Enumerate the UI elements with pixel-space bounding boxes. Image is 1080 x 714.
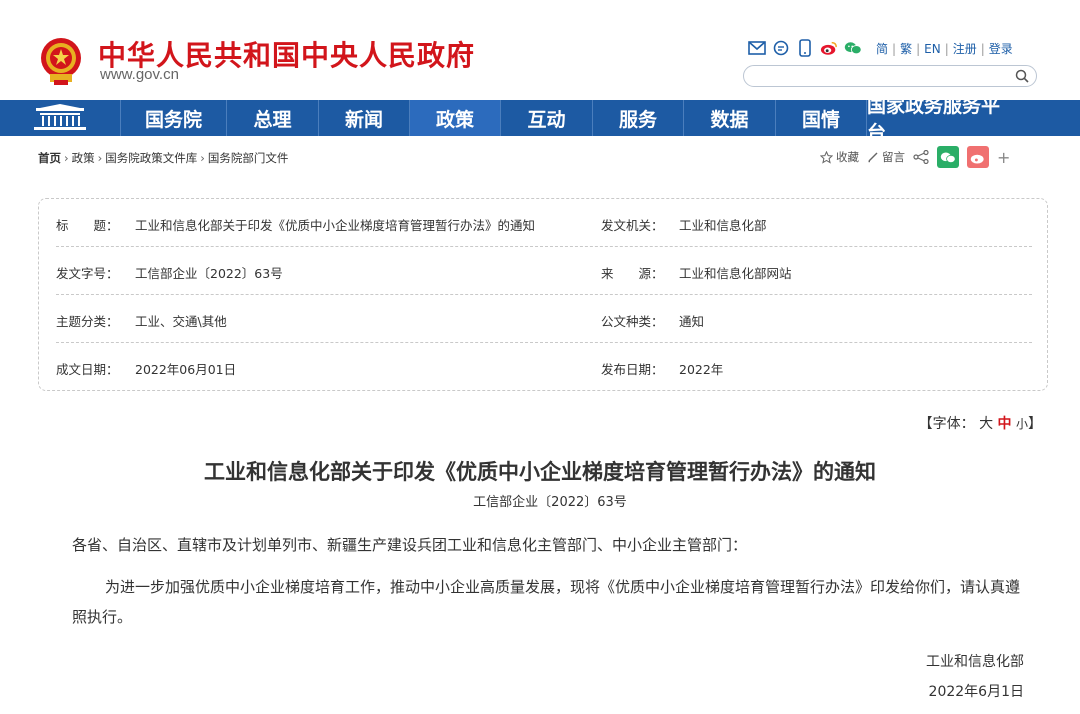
nav-item-news[interactable]: 新闻 bbox=[318, 100, 409, 136]
label-title: 标 题： bbox=[56, 218, 119, 233]
label-doc-number: 发文字号： bbox=[56, 266, 119, 281]
breadcrumb-department-docs[interactable]: 国务院部门文件 bbox=[208, 151, 289, 165]
nav-item-gov-service-platform[interactable]: 国家政务服务平台 bbox=[866, 95, 1010, 144]
link-register[interactable]: 注册 bbox=[953, 42, 977, 56]
star-icon bbox=[820, 150, 833, 164]
link-login[interactable]: 登录 bbox=[989, 42, 1013, 56]
info-row: 标 题： 工业和信息化部关于印发《优质中小企业梯度培育管理暂行办法》的通知 发文… bbox=[56, 199, 1032, 247]
font-size-medium[interactable]: 中 bbox=[998, 416, 1012, 432]
value-doc-type: 通知 bbox=[679, 314, 705, 329]
share-wechat-icon[interactable] bbox=[937, 146, 959, 168]
value-issuer: 工业和信息化部 bbox=[679, 218, 767, 233]
util-icons bbox=[748, 38, 862, 58]
link-english[interactable]: EN bbox=[924, 42, 941, 56]
value-doc-number: 工信部企业〔2022〕63号 bbox=[135, 266, 283, 281]
article-signer: 工业和信息化部 bbox=[926, 654, 1024, 670]
info-row: 发文字号： 工信部企业〔2022〕63号 来 源： 工业和信息化部网站 bbox=[56, 247, 1032, 295]
font-size-small[interactable]: 小 bbox=[1016, 417, 1028, 431]
label-issuer: 发文机关： bbox=[601, 218, 664, 233]
article-body: 为进一步加强优质中小企业梯度培育工作，推动中小企业高质量发展，现将《优质中小企业… bbox=[72, 578, 1021, 626]
font-size-label: 【字体： bbox=[918, 416, 975, 432]
site-header: 中华人民共和国中央人民政府 www.gov.cn 简 | 繁 | EN | 注册 | 登录 bbox=[0, 0, 1080, 100]
label-topic: 主题分类： bbox=[56, 314, 119, 329]
label-source: 来 源： bbox=[601, 266, 664, 281]
article-doc-number: 工信部企业〔2022〕63号 bbox=[473, 495, 627, 510]
nav-item-premier[interactable]: 总理 bbox=[226, 100, 318, 136]
label-publish-date: 发布日期： bbox=[601, 362, 664, 377]
value-publish-date: 2022年 bbox=[679, 362, 724, 377]
nav-item-national-info[interactable]: 国情 bbox=[775, 100, 866, 136]
favorite-button[interactable]: 收藏 bbox=[820, 149, 859, 165]
font-size-control: 【字体： 大 中 小】 bbox=[919, 413, 1042, 433]
pen-icon bbox=[868, 152, 878, 163]
info-row: 主题分类： 工业、交通\其他 公文种类： 通知 bbox=[56, 295, 1032, 343]
breadcrumb: 首页 › 政策 › 国务院政策文件库 › 国务院部门文件 bbox=[38, 150, 288, 166]
document-info-box: 标 题： 工业和信息化部关于印发《优质中小企业梯度培育管理暂行办法》的通知 发文… bbox=[38, 198, 1048, 391]
chat-bubble-icon[interactable] bbox=[772, 39, 790, 57]
article-recipients: 各省、自治区、直辖市及计划单列市、新疆生产建设兵团工业和信息化主管部门、中小企业… bbox=[72, 536, 748, 554]
nav-item-data[interactable]: 数据 bbox=[683, 100, 775, 136]
breadcrumb-home[interactable]: 首页 bbox=[38, 151, 61, 165]
nav-item-interaction[interactable]: 互动 bbox=[500, 100, 592, 136]
chevron-right-icon: › bbox=[97, 151, 103, 165]
label-written-date: 成文日期： bbox=[56, 362, 119, 377]
link-simplified[interactable]: 简 bbox=[876, 42, 888, 56]
value-title: 工业和信息化部关于印发《优质中小企业梯度培育管理暂行办法》的通知 bbox=[135, 218, 536, 233]
great-hall-icon[interactable] bbox=[0, 100, 120, 136]
national-emblem-logo[interactable] bbox=[38, 36, 84, 86]
page-tools: 收藏 留言 + bbox=[820, 146, 1010, 168]
value-topic: 工业、交通\其他 bbox=[135, 314, 227, 329]
mail-icon[interactable] bbox=[748, 39, 766, 57]
weibo-icon[interactable] bbox=[820, 39, 838, 57]
comment-button[interactable]: 留言 bbox=[867, 149, 905, 165]
search-icon[interactable] bbox=[1014, 68, 1030, 84]
chevron-right-icon: › bbox=[64, 151, 69, 165]
share-icon[interactable] bbox=[913, 150, 929, 164]
label-doc-type: 公文种类： bbox=[601, 314, 664, 329]
chevron-right-icon: › bbox=[200, 151, 205, 165]
nav-item-services[interactable]: 服务 bbox=[592, 100, 683, 136]
util-links: 简 | 繁 | EN | 注册 | 登录 bbox=[876, 42, 1013, 56]
main-nav: 国务院 总理 新闻 政策 互动 服务 数据 国情 国家政务服务平台 bbox=[0, 95, 1080, 144]
mobile-icon[interactable] bbox=[796, 39, 814, 57]
more-share-icon[interactable]: + bbox=[997, 148, 1010, 167]
article-date: 2022年6月1日 bbox=[928, 684, 1024, 700]
share-weibo-icon[interactable] bbox=[967, 146, 989, 168]
wechat-icon[interactable] bbox=[844, 39, 862, 57]
article-title: 工业和信息化部关于印发《优质中小企业梯度培育管理暂行办法》的通知 bbox=[204, 460, 876, 484]
font-size-large[interactable]: 大 bbox=[979, 416, 993, 432]
favorite-label: 收藏 bbox=[836, 150, 859, 164]
font-size-bracket: 】 bbox=[1028, 416, 1042, 432]
breadcrumb-policy[interactable]: 政策 bbox=[72, 151, 95, 165]
breadcrumb-policy-library[interactable]: 国务院政策文件库 bbox=[105, 151, 197, 165]
info-row: 成文日期： 2022年06月01日 发布日期： 2022年 bbox=[56, 343, 1032, 391]
search-input[interactable] bbox=[743, 65, 1037, 87]
nav-item-state-council[interactable]: 国务院 bbox=[120, 100, 226, 136]
link-traditional[interactable]: 繁 bbox=[900, 42, 912, 56]
comment-label: 留言 bbox=[882, 150, 905, 164]
nav-item-policy[interactable]: 政策 bbox=[409, 100, 500, 136]
value-written-date: 2022年06月01日 bbox=[135, 362, 237, 377]
site-url[interactable]: www.gov.cn bbox=[100, 66, 179, 83]
value-source: 工业和信息化部网站 bbox=[679, 266, 792, 281]
